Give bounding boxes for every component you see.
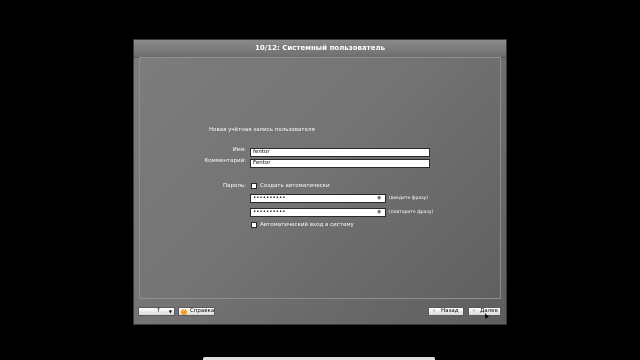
autologin-label: Автоматический вход в систему [260,222,354,228]
autologin-checkbox[interactable] [251,222,257,228]
help-icon: ? [181,309,187,315]
section-title: Новая учётная запись пользователя [209,127,315,133]
window-title: 10/12: Системный пользователь [134,40,506,58]
arrow-left-icon: ‹ [433,308,435,314]
eye-icon[interactable]: ◉ [377,210,383,215]
help-button-label: Справка [190,308,215,314]
back-button-label: Назад [441,308,459,314]
comment-input[interactable]: Fentor [250,159,430,168]
language-select-label: ↑ [156,308,161,314]
password-input[interactable]: •••••••••• ◉ [250,194,386,203]
chevron-down-icon: ▼ [168,309,172,314]
content-panel [139,57,501,299]
installer-window: 10/12: Системный пользователь Новая учёт… [133,39,507,325]
password-confirm-hint: (повторите фразу) [389,210,434,215]
auto-create-label: Создать автоматически [260,183,330,189]
password-label: Пароль: [223,183,246,189]
help-button[interactable]: ? Справка [178,307,215,316]
auto-create-checkbox[interactable] [251,183,257,189]
password-confirm-input[interactable]: •••••••••• ◉ [250,208,386,217]
language-select[interactable]: ↑ ▼ [138,307,175,316]
bottom-bar: ↑ ▼ ? Справка ‹ Назад › Далее [134,305,506,319]
arrow-right-icon: › [473,308,475,314]
name-input[interactable]: fentor [250,148,430,157]
password-hint: (введите фразу) [389,196,428,201]
password-value: •••••••••• [253,195,286,201]
comment-label: Комментарий: [204,158,246,164]
name-label: Имя: [232,147,246,153]
eye-icon[interactable]: ◉ [377,196,383,201]
back-button[interactable]: ‹ Назад [428,307,464,316]
password-confirm-value: •••••••••• [253,209,286,215]
